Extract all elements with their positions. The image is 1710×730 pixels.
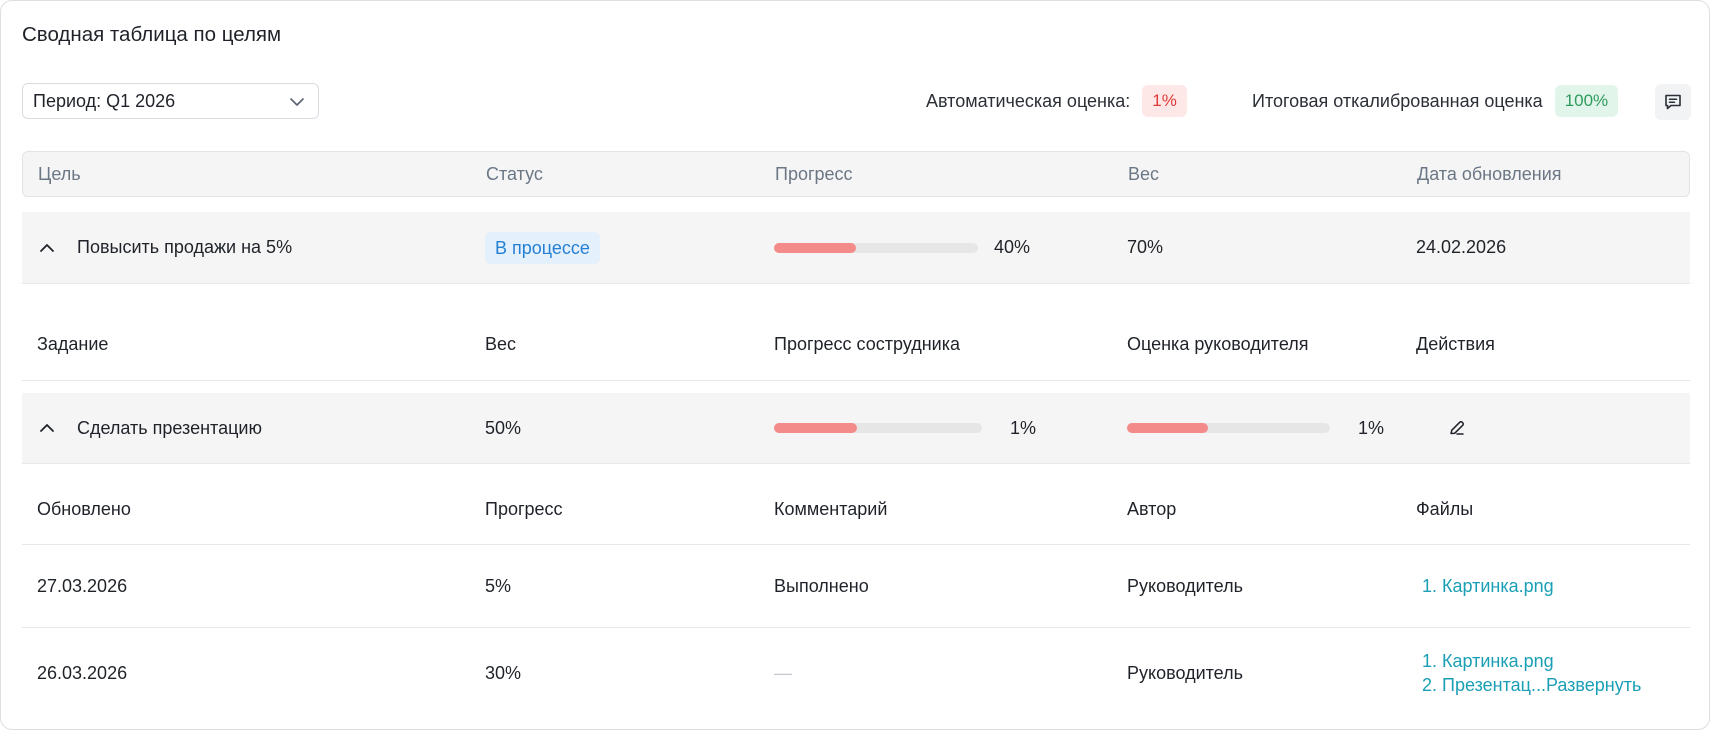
goal-weight: 70%: [1127, 237, 1164, 257]
tasks-table-header: Задание Вес Прогресс сострудника Оценка …: [22, 309, 1690, 381]
table-row: 26.03.2026 30% — Руководитель 1. Картинк…: [22, 628, 1690, 718]
actions-cell: [1416, 393, 1468, 463]
goals-summary-card: Сводная таблица по целям Период: Q1 2026…: [0, 0, 1710, 730]
header-update-progress: Прогресс: [485, 498, 563, 519]
goal-updated: 24.02.2026: [1416, 237, 1507, 257]
update-author: Руководитель: [1127, 662, 1243, 683]
employee-progress-fill: [774, 423, 858, 433]
period-select[interactable]: Период: Q1 2026: [22, 83, 319, 119]
file-link-expand[interactable]: 2. Презентац...Развернуть: [1422, 673, 1641, 697]
auto-score: Автоматическая оценка: 1%: [926, 85, 1187, 117]
final-score: Итоговая откалиброванная оценка 100%: [1252, 85, 1619, 117]
header-files: Файлы: [1416, 498, 1474, 519]
goal-progress-value: 40%: [994, 237, 1031, 257]
goals-table-header: Цель Статус Прогресс Вес Дата обновления: [22, 151, 1690, 197]
table-row: 27.03.2026 5% Выполнено Руководитель 1. …: [22, 545, 1690, 628]
file-link[interactable]: 1. Картинка.png: [1422, 574, 1554, 598]
period-select-label: Период: Q1 2026: [33, 90, 176, 111]
header-updated: Дата обновления: [1417, 163, 1562, 184]
header-task-weight: Вес: [485, 334, 517, 354]
manager-score-value: 1%: [1358, 417, 1385, 438]
task-name: Сделать презентацию: [77, 417, 262, 438]
header-progress: Прогресс: [775, 163, 853, 184]
header-actions: Действия: [1416, 334, 1495, 354]
header-task: Задание: [37, 334, 109, 354]
auto-score-badge: 1%: [1142, 85, 1187, 117]
task-row: Сделать презентацию 50% 1% 1%: [22, 393, 1690, 464]
updates-table-header: Обновлено Прогресс Комментарий Автор Фай…: [22, 474, 1690, 545]
update-files: 1. Картинка.png 2. Презентац...Развернут…: [1416, 628, 1641, 718]
final-score-label: Итоговая откалиброванная оценка: [1252, 90, 1543, 111]
file-list: 1. Картинка.png: [1416, 574, 1554, 598]
chevron-up-icon[interactable]: [37, 418, 57, 438]
auto-score-label: Автоматическая оценка:: [926, 90, 1131, 111]
goal-progress-bar: [774, 242, 978, 253]
header-update-date: Обновлено: [37, 498, 131, 519]
header-employee-progress: Прогресс сострудника: [774, 334, 960, 354]
header-comment: Комментарий: [774, 498, 888, 519]
goal-status-cell: В процессе: [485, 212, 600, 283]
update-comment: Выполнено: [774, 575, 869, 596]
goal-row: Повысить продажи на 5% В процессе 40% 70…: [22, 212, 1690, 284]
chevron-down-icon: [290, 98, 304, 106]
update-date: 27.03.2026: [37, 575, 128, 596]
header-author: Автор: [1127, 498, 1177, 519]
update-progress: 5%: [485, 575, 512, 596]
header-status: Статус: [486, 163, 543, 184]
final-score-badge: 100%: [1554, 85, 1619, 117]
page-title: Сводная таблица по целям: [22, 23, 282, 46]
employee-progress-cell: 1%: [774, 393, 1036, 463]
header-weight: Вес: [1128, 163, 1160, 184]
manager-score-bar: [1127, 423, 1330, 433]
update-date: 26.03.2026: [37, 662, 128, 683]
chevron-up-icon[interactable]: [37, 238, 57, 258]
employee-progress-bar: [774, 423, 982, 433]
header-goal: Цель: [38, 163, 81, 184]
employee-progress-value: 1%: [1010, 417, 1037, 438]
goal-name: Повысить продажи на 5%: [77, 237, 293, 257]
manager-score-fill: [1127, 423, 1209, 433]
file-list: 1. Картинка.png 2. Презентац...Развернут…: [1416, 649, 1641, 697]
file-link[interactable]: 1. Картинка.png: [1422, 649, 1641, 673]
comments-button[interactable]: [1655, 84, 1691, 120]
goal-name-cell: Повысить продажи на 5%: [37, 212, 292, 283]
comment-icon: [1665, 94, 1681, 110]
goal-progress-cell: 40%: [774, 212, 1030, 283]
update-author: Руководитель: [1127, 575, 1243, 596]
task-name-cell: Сделать презентацию: [37, 393, 262, 463]
status-badge: В процессе: [485, 231, 600, 264]
pencil-icon[interactable]: [1446, 417, 1468, 439]
header-manager-score: Оценка руководителя: [1127, 334, 1309, 354]
update-progress: 30%: [485, 662, 522, 683]
manager-score-cell: 1%: [1127, 393, 1384, 463]
update-files: 1. Картинка.png: [1416, 545, 1554, 627]
update-comment-empty: —: [774, 662, 792, 683]
goal-progress-fill: [774, 242, 856, 253]
task-weight: 50%: [485, 417, 522, 438]
